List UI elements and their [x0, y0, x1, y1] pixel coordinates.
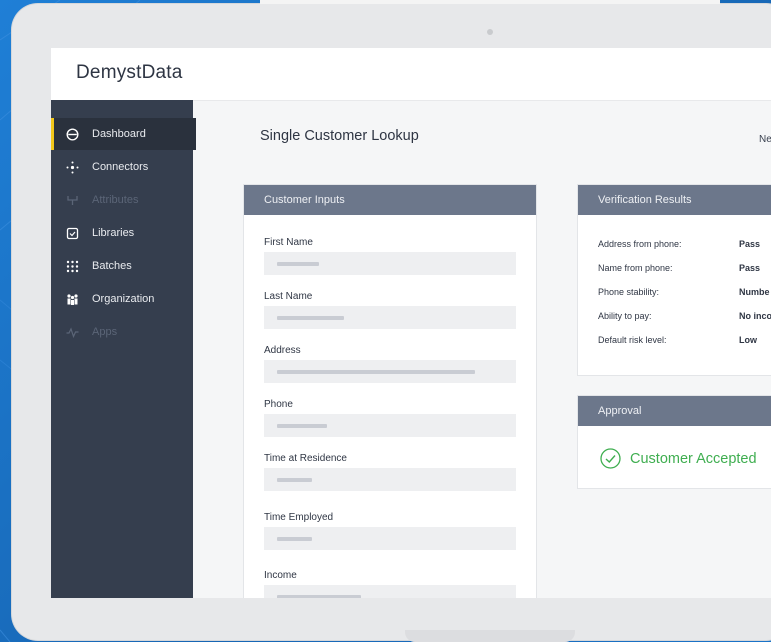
- time-at-residence-input[interactable]: [264, 468, 516, 491]
- pulse-icon: [65, 325, 79, 339]
- page-title: Single Customer Lookup: [260, 128, 419, 144]
- card-header: Verification Results: [578, 185, 771, 215]
- sidebar-item-connectors[interactable]: Connectors: [51, 151, 193, 183]
- field-label-phone: Phone: [264, 399, 293, 410]
- verification-key: Phone stability:: [598, 287, 660, 297]
- field-label-income: Income: [264, 570, 297, 581]
- verification-key: Name from phone:: [598, 263, 673, 273]
- verification-key: Default risk level:: [598, 335, 667, 345]
- address-input[interactable]: [264, 360, 516, 383]
- placeholder-bar: [277, 595, 361, 598]
- sidebar-item-label: Organization: [92, 293, 155, 305]
- sidebar-item-dashboard[interactable]: Dashboard: [51, 118, 196, 150]
- main-content: Single Customer Lookup Ne Customer Input…: [193, 100, 771, 598]
- placeholder-bar: [277, 316, 344, 320]
- check-circle-icon: [600, 448, 621, 469]
- verification-value: Pass: [739, 239, 761, 249]
- field-label-time-employed: Time Employed: [264, 512, 334, 523]
- card-header: Approval: [578, 396, 771, 426]
- sidebar-item-label: Dashboard: [92, 128, 146, 140]
- library-icon: [65, 226, 79, 240]
- people-icon: [65, 292, 79, 306]
- connectors-icon: [65, 160, 79, 174]
- approval-status: Customer Accepted: [600, 448, 757, 469]
- sidebar-item-apps[interactable]: Apps: [51, 316, 193, 348]
- app-screen: DemystData Dashboard Connectors Attribut…: [51, 48, 771, 598]
- sidebar-item-libraries[interactable]: Libraries: [51, 217, 193, 249]
- approval-card: Approval Customer Accepted: [577, 395, 771, 489]
- verification-value: No inco: [739, 311, 771, 321]
- laptop-notch: [405, 630, 575, 642]
- card-header: Customer Inputs: [244, 185, 536, 215]
- verification-row: Phone stability: Numbe: [598, 287, 771, 301]
- sidebar-item-organization[interactable]: Organization: [51, 283, 193, 315]
- approval-status-text: Customer Accepted: [630, 450, 757, 467]
- header-action-link[interactable]: Ne: [759, 134, 771, 145]
- camera-dot: [487, 29, 493, 35]
- field-label-address: Address: [264, 345, 301, 356]
- verification-value: Numbe: [739, 287, 770, 297]
- sidebar-item-label: Connectors: [92, 161, 149, 173]
- placeholder-bar: [277, 370, 475, 374]
- sidebar: Dashboard Connectors Attributes Librarie…: [51, 100, 196, 598]
- verification-row: Default risk level: Low: [598, 335, 771, 349]
- last-name-input[interactable]: [264, 306, 516, 329]
- phone-input[interactable]: [264, 414, 516, 437]
- income-input[interactable]: [264, 585, 516, 598]
- placeholder-bar: [277, 262, 319, 266]
- attributes-icon: [65, 193, 79, 207]
- verification-key: Address from phone:: [598, 239, 682, 249]
- verification-row: Ability to pay: No inco: [598, 311, 771, 325]
- app-header: DemystData: [51, 48, 771, 101]
- sidebar-item-label: Attributes: [92, 194, 139, 206]
- customer-inputs-card: Customer Inputs First Name Last Name Add…: [243, 184, 537, 598]
- placeholder-bar: [277, 424, 327, 428]
- sidebar-item-label: Batches: [92, 260, 132, 272]
- placeholder-bar: [277, 478, 312, 482]
- verification-row: Address from phone: Pass: [598, 239, 771, 253]
- sidebar-item-batches[interactable]: Batches: [51, 250, 193, 282]
- gauge-icon: [65, 127, 79, 141]
- field-label-time-at-residence: Time at Residence: [264, 453, 347, 464]
- sidebar-item-label: Libraries: [92, 227, 135, 239]
- top-strip: [260, 0, 720, 4]
- verification-value: Low: [739, 335, 757, 345]
- field-label-first-name: First Name: [264, 237, 313, 248]
- first-name-input[interactable]: [264, 252, 516, 275]
- time-employed-input[interactable]: [264, 527, 516, 550]
- verification-row: Name from phone: Pass: [598, 263, 771, 277]
- sidebar-item-label: Apps: [92, 326, 118, 338]
- brand-logo: DemystData: [76, 62, 183, 83]
- placeholder-bar: [277, 537, 312, 541]
- verification-value: Pass: [739, 263, 761, 273]
- grid-dots-icon: [65, 259, 79, 273]
- field-label-last-name: Last Name: [264, 291, 313, 302]
- verification-key: Ability to pay:: [598, 311, 652, 321]
- sidebar-item-attributes[interactable]: Attributes: [51, 184, 193, 216]
- verification-results-card: Verification Results Address from phone:…: [577, 184, 771, 376]
